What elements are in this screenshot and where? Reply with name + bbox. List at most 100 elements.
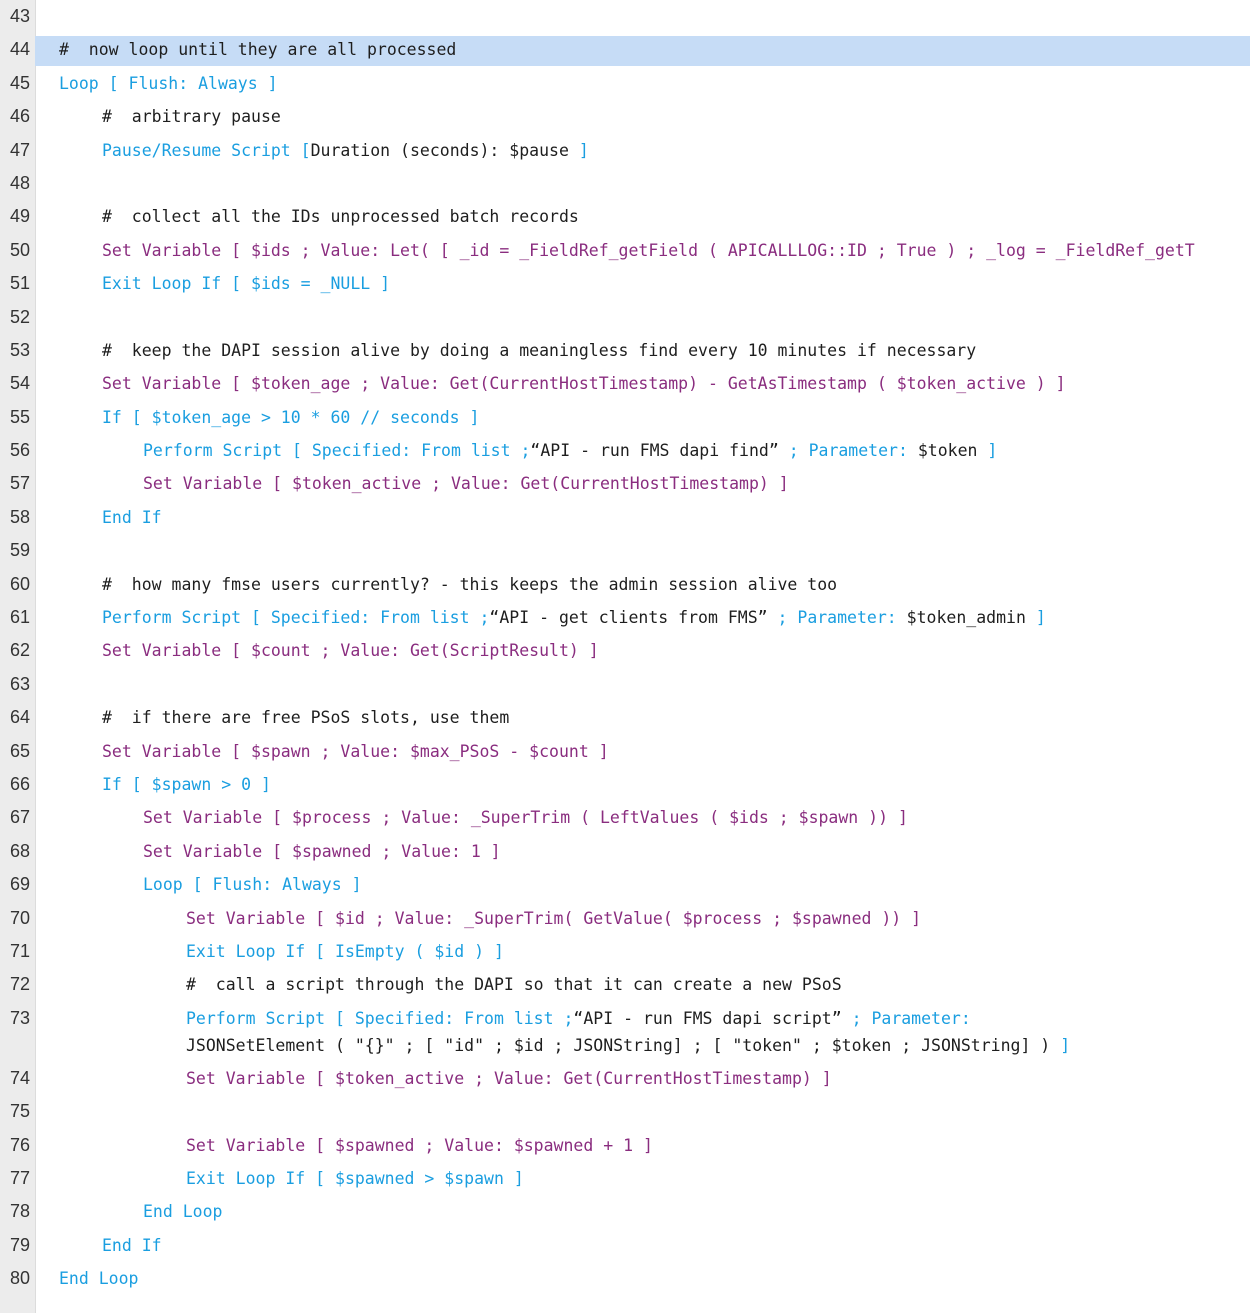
script-line[interactable]: 68 Set Variable [ $spawned ; Value: 1 ] bbox=[0, 835, 1250, 868]
line-number: 47 bbox=[9, 139, 30, 160]
script-lines: 43 44 # now loop until they are all proces… bbox=[0, 0, 1250, 1313]
script-step[interactable]: Perform Script [ Specified: From list ;“… bbox=[143, 440, 997, 462]
script-step[interactable]: Set Variable [ $id ; Value: _SuperTrim( … bbox=[186, 908, 921, 930]
script-line[interactable]: 43 bbox=[0, 0, 1250, 33]
script-line[interactable]: 74 Set Variable [ $token_active ; Value: … bbox=[0, 1062, 1250, 1095]
script-step[interactable]: End If bbox=[102, 507, 162, 529]
script-line[interactable]: 78 End Loop bbox=[0, 1195, 1250, 1228]
line-number: 75 bbox=[9, 1101, 30, 1122]
step-token: ; Parameter: bbox=[788, 441, 908, 461]
script-line[interactable]: 58 End If bbox=[0, 501, 1250, 534]
step-token: Exit Loop If [ $spawned > $spawn ] bbox=[186, 1168, 524, 1188]
script-step[interactable]: Perform Script [ Specified: From list ;“… bbox=[102, 607, 1046, 629]
script-step[interactable]: Exit Loop If [ $ids = _NULL ] bbox=[102, 273, 390, 295]
script-line[interactable]: 69 Loop [ Flush: Always ] bbox=[0, 868, 1250, 901]
script-line[interactable]: 52 bbox=[0, 301, 1250, 334]
script-line[interactable]: 48 bbox=[0, 167, 1250, 200]
script-line[interactable]: 76 Set Variable [ $spawned ; Value: $spaw… bbox=[0, 1129, 1250, 1162]
script-line[interactable]: 60 # how many fmse users currently? - thi… bbox=[0, 568, 1250, 601]
script-line[interactable]: 71 Exit Loop If [ IsEmpty ( $id ) ] bbox=[0, 935, 1250, 968]
script-line[interactable]: 61 Perform Script [ Specified: From list … bbox=[0, 601, 1250, 634]
script-line[interactable]: 53 # keep the DAPI session alive by doing… bbox=[0, 334, 1250, 367]
script-line[interactable]: 67 Set Variable [ $process ; Value: _Supe… bbox=[0, 801, 1250, 834]
script-line[interactable]: 46 # arbitrary pause bbox=[0, 100, 1250, 133]
script-step[interactable]: Set Variable [ $token_active ; Value: Ge… bbox=[143, 473, 789, 495]
script-step[interactable]: # keep the DAPI session alive by doing a… bbox=[102, 340, 976, 362]
script-line[interactable]: 79 End If bbox=[0, 1229, 1250, 1262]
script-step[interactable]: If [ $token_age > 10 * 60 // seconds ] bbox=[102, 407, 480, 429]
script-step[interactable]: # arbitrary pause bbox=[102, 106, 281, 128]
script-line[interactable]: 56 Perform Script [ Specified: From list … bbox=[0, 434, 1250, 467]
line-number: 54 bbox=[9, 373, 30, 394]
script-line[interactable]: 80 End Loop bbox=[0, 1262, 1250, 1295]
script-step[interactable]: Set Variable [ $spawn ; Value: $max_PSoS… bbox=[102, 741, 609, 763]
script-step[interactable]: Set Variable [ $spawned ; Value: 1 ] bbox=[143, 841, 501, 863]
script-line[interactable]: 72 # call a script through the DAPI so th… bbox=[0, 968, 1250, 1001]
line-number: 74 bbox=[9, 1067, 30, 1088]
line-number: 65 bbox=[9, 740, 30, 761]
script-step[interactable]: Set Variable [ $spawned ; Value: $spawne… bbox=[186, 1135, 653, 1157]
step-token: JSONSetElement ( "{}" ; [ "id" ; $id ; J… bbox=[186, 1035, 1061, 1055]
script-line[interactable]: 75 bbox=[0, 1095, 1250, 1128]
script-line[interactable]: 64 # if there are free PSoS slots, use th… bbox=[0, 701, 1250, 734]
line-number: 60 bbox=[9, 573, 30, 594]
script-line[interactable]: 77 Exit Loop If [ $spawned > $spawn ] bbox=[0, 1162, 1250, 1195]
step-token: Perform Script [ Specified: From list ; bbox=[143, 441, 531, 461]
script-step[interactable]: Set Variable [ $token_active ; Value: Ge… bbox=[186, 1068, 832, 1090]
line-number: 80 bbox=[9, 1268, 30, 1289]
script-line[interactable]: 55 If [ $token_age > 10 * 60 // seconds ] bbox=[0, 401, 1250, 434]
comment-text: # if there are free PSoS slots, use them bbox=[102, 708, 510, 728]
script-step[interactable]: Set Variable [ $process ; Value: _SuperT… bbox=[143, 807, 908, 829]
script-step[interactable]: # now loop until they are all processed bbox=[59, 39, 456, 61]
step-token: End If bbox=[102, 507, 162, 527]
script-line[interactable]: 59 bbox=[0, 534, 1250, 567]
script-line[interactable]: 66 If [ $spawn > 0 ] bbox=[0, 768, 1250, 801]
script-line[interactable]: 50 Set Variable [ $ids ; Value: Let( [ _i… bbox=[0, 234, 1250, 267]
script-step[interactable]: Set Variable [ $ids ; Value: Let( [ _id … bbox=[102, 240, 1195, 262]
step-token: Set Variable [ $spawn ; Value: $max_PSoS… bbox=[102, 741, 609, 761]
script-line[interactable]: 73 Perform Script [ Specified: From list … bbox=[0, 1002, 1250, 1062]
line-number: 72 bbox=[9, 974, 30, 995]
script-line[interactable]: 57 Set Variable [ $token_active ; Value: … bbox=[0, 467, 1250, 500]
line-number: 64 bbox=[9, 707, 30, 728]
comment-text: # how many fmse users currently? - this … bbox=[102, 574, 838, 594]
script-step[interactable]: Perform Script [ Specified: From list ;“… bbox=[186, 1008, 1070, 1057]
script-line[interactable]: 81 bbox=[0, 1295, 1250, 1313]
line-number: 43 bbox=[9, 6, 30, 26]
script-line[interactable]: 70 Set Variable [ $id ; Value: _SuperTrim… bbox=[0, 902, 1250, 935]
step-token: Exit Loop If [ $ids = _NULL ] bbox=[102, 274, 391, 294]
step-token: Perform Script [ Specified: From list ; bbox=[186, 1008, 574, 1028]
step-token: Set Variable [ $token_age ; Value: Get(C… bbox=[102, 374, 1066, 394]
script-step[interactable]: Pause/Resume Script [Duration (seconds):… bbox=[102, 140, 589, 162]
script-step[interactable]: Set Variable [ $count ; Value: Get(Scrip… bbox=[102, 640, 599, 662]
script-line[interactable]: 51 Exit Loop If [ $ids = _NULL ] bbox=[0, 267, 1250, 300]
script-step[interactable]: Set Variable [ $token_age ; Value: Get(C… bbox=[102, 373, 1066, 395]
line-number: 56 bbox=[9, 440, 30, 461]
script-line[interactable]: 45 Loop [ Flush: Always ] bbox=[0, 67, 1250, 100]
script-line[interactable]: 54 Set Variable [ $token_age ; Value: Get… bbox=[0, 367, 1250, 400]
script-step[interactable]: End Loop bbox=[59, 1268, 138, 1290]
script-line[interactable]: 47 Pause/Resume Script [Duration (seconds… bbox=[0, 134, 1250, 167]
script-line[interactable]: 63 bbox=[0, 668, 1250, 701]
script-step[interactable]: End Loop bbox=[143, 1201, 222, 1223]
script-line[interactable]: 49 # collect all the IDs unprocessed batc… bbox=[0, 200, 1250, 233]
script-step[interactable]: # if there are free PSoS slots, use them bbox=[102, 707, 509, 729]
line-number: 48 bbox=[9, 172, 30, 193]
script-line[interactable]: 44 # now loop until they are all processe… bbox=[0, 33, 1250, 67]
script-step[interactable]: If [ $spawn > 0 ] bbox=[102, 774, 271, 796]
script-step[interactable]: Loop [ Flush: Always ] bbox=[59, 73, 278, 95]
script-step[interactable]: Loop [ Flush: Always ] bbox=[143, 874, 362, 896]
script-step[interactable]: # how many fmse users currently? - this … bbox=[102, 574, 837, 596]
line-number: 52 bbox=[9, 306, 30, 327]
script-step[interactable]: Exit Loop If [ IsEmpty ( $id ) ] bbox=[186, 941, 504, 963]
line-number: 45 bbox=[9, 72, 30, 93]
script-line[interactable]: 62 Set Variable [ $count ; Value: Get(Scr… bbox=[0, 634, 1250, 667]
script-line[interactable]: 65 Set Variable [ $spawn ; Value: $max_PS… bbox=[0, 735, 1250, 768]
script-step[interactable]: End If bbox=[102, 1235, 162, 1257]
step-token: If [ $token_age > 10 * 60 // seconds ] bbox=[102, 407, 480, 427]
line-number: 53 bbox=[9, 339, 30, 360]
script-step[interactable]: Exit Loop If [ $spawned > $spawn ] bbox=[186, 1168, 524, 1190]
script-step[interactable]: # call a script through the DAPI so that… bbox=[186, 974, 842, 996]
step-token: ] bbox=[578, 140, 589, 160]
script-step[interactable]: # collect all the IDs unprocessed batch … bbox=[102, 206, 579, 228]
